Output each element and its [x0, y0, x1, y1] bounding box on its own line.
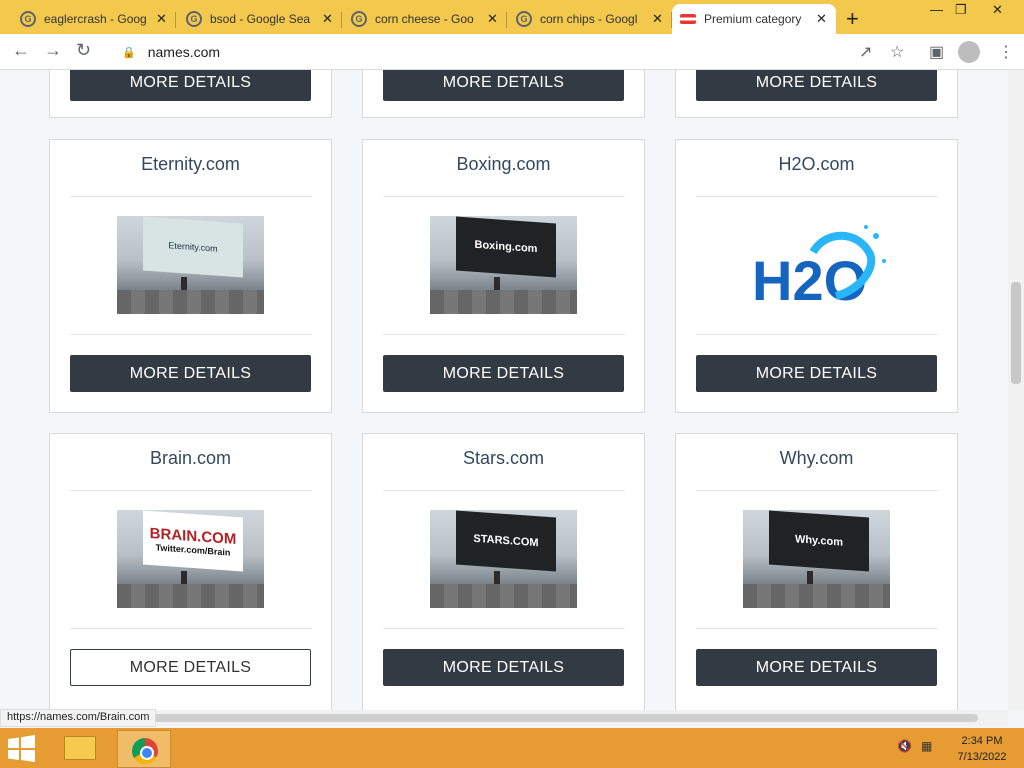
- tab-premium-category[interactable]: Premium category ✕: [672, 4, 836, 34]
- more-details-button[interactable]: MORE DETAILS: [383, 649, 624, 686]
- more-details-button[interactable]: MORE DETAILS: [696, 70, 937, 101]
- names-com-icon: [680, 14, 696, 24]
- domain-card-eternity: Eternity.com Eternity.com MORE DETAILS: [49, 139, 332, 413]
- billboard-image: Why.com: [743, 510, 890, 608]
- billboard-sign: Why.com: [769, 510, 869, 572]
- taskbar-clock[interactable]: 2:34 PM 7/13/2022: [946, 733, 1018, 765]
- tab-eaglercrash[interactable]: G eaglercrash - Goog ✕: [12, 4, 176, 34]
- new-tab-button[interactable]: +: [846, 6, 859, 32]
- more-details-button[interactable]: MORE DETAILS: [70, 355, 311, 392]
- close-icon[interactable]: ✕: [652, 11, 663, 27]
- vertical-scroll-thumb[interactable]: [1011, 282, 1021, 384]
- volume-muted-icon[interactable]: 🔇: [897, 739, 912, 753]
- tab-corn-chips[interactable]: G corn chips - Googl ✕: [508, 4, 672, 34]
- google-g-icon: G: [516, 11, 532, 27]
- domain-name[interactable]: H2O.com: [676, 154, 957, 175]
- more-details-button[interactable]: MORE DETAILS: [696, 355, 937, 392]
- vertical-scrollbar[interactable]: [1008, 70, 1024, 710]
- billboard-sign: BRAIN.COM Twitter.com/Brain: [143, 510, 243, 572]
- lock-icon: 🔒: [122, 46, 136, 59]
- forward-icon[interactable]: →: [44, 40, 62, 61]
- restore-icon[interactable]: ❐: [955, 2, 967, 18]
- domain-card-why: Why.com Why.com MORE DETAILS: [675, 433, 958, 710]
- file-explorer-icon[interactable]: [64, 736, 96, 760]
- windows-taskbar: 🔇 ▦ 2:34 PM 7/13/2022: [0, 728, 1024, 768]
- billboard-image: STARS.COM: [430, 510, 577, 608]
- domain-name[interactable]: Eternity.com: [50, 154, 331, 175]
- share-icon[interactable]: ↗: [859, 42, 872, 62]
- tab-corn-cheese[interactable]: G corn cheese - Goo ✕: [343, 4, 507, 34]
- domain-card: MORE DETAILS: [49, 70, 332, 118]
- tab-strip: G eaglercrash - Goog ✕ G bsod - Google S…: [0, 0, 1024, 34]
- address-bar[interactable]: 🔒 names.com: [106, 39, 841, 65]
- back-icon[interactable]: ←: [12, 40, 30, 61]
- h2o-logo: H2O: [752, 225, 886, 312]
- billboard-sign: Boxing.com: [456, 216, 556, 278]
- billboard-image: BRAIN.COM Twitter.com/Brain: [117, 510, 264, 608]
- link-status-bar: https://names.com/Brain.com: [0, 709, 157, 727]
- close-icon[interactable]: ✕: [322, 11, 333, 27]
- domain-name[interactable]: Brain.com: [50, 448, 331, 469]
- billboard-sign: STARS.COM: [456, 510, 556, 572]
- reload-icon[interactable]: ↻: [76, 40, 91, 61]
- sidebar-icon[interactable]: ▣: [929, 42, 944, 62]
- billboard-image: Boxing.com: [430, 216, 577, 314]
- domain-name[interactable]: Stars.com: [363, 448, 644, 469]
- browser-toolbar: ← → ↻ 🔒 names.com ↗ ☆ ▣ ⋮: [0, 34, 1024, 70]
- close-icon[interactable]: ✕: [487, 11, 498, 27]
- more-details-button[interactable]: MORE DETAILS: [70, 70, 311, 101]
- close-window-icon[interactable]: ✕: [992, 2, 1003, 18]
- windows-start-icon[interactable]: [6, 735, 37, 762]
- svg-text:H2O: H2O: [752, 249, 867, 312]
- google-g-icon: G: [351, 11, 367, 27]
- domain-card: MORE DETAILS: [362, 70, 645, 118]
- domain-name[interactable]: Boxing.com: [363, 154, 644, 175]
- tab-title: eaglercrash - Goog: [44, 12, 147, 26]
- tab-title: bsod - Google Sea: [210, 12, 311, 26]
- domain-card: MORE DETAILS: [675, 70, 958, 118]
- domain-card-boxing: Boxing.com Boxing.com MORE DETAILS: [362, 139, 645, 413]
- tab-title: corn cheese - Goo: [375, 12, 474, 26]
- billboard-sign: Eternity.com: [143, 216, 243, 278]
- page-content: MORE DETAILS MORE DETAILS MORE DETAILS E…: [0, 70, 1008, 710]
- more-details-button[interactable]: MORE DETAILS: [383, 70, 624, 101]
- tab-bsod[interactable]: G bsod - Google Sea ✕: [178, 4, 342, 34]
- domain-card-h2o: H2O.com H2O MORE DETAILS: [675, 139, 958, 413]
- google-g-icon: G: [20, 11, 36, 27]
- domain-card-stars: Stars.com STARS.COM MORE DETAILS: [362, 433, 645, 710]
- star-icon[interactable]: ☆: [890, 42, 904, 62]
- tab-title: Premium category: [704, 12, 802, 26]
- domain-card-brain: Brain.com BRAIN.COM Twitter.com/Brain MO…: [49, 433, 332, 710]
- url-text: names.com: [147, 44, 221, 60]
- close-icon[interactable]: ✕: [816, 11, 827, 27]
- tab-title: corn chips - Googl: [540, 12, 638, 26]
- minimize-icon[interactable]: —: [930, 2, 943, 17]
- close-icon[interactable]: ✕: [156, 11, 167, 27]
- chrome-taskbar-button[interactable]: [117, 730, 171, 768]
- google-g-icon: G: [186, 11, 202, 27]
- network-icon[interactable]: ▦: [921, 739, 932, 753]
- profile-avatar[interactable]: [958, 41, 980, 63]
- domain-name[interactable]: Why.com: [676, 448, 957, 469]
- more-details-button[interactable]: MORE DETAILS: [383, 355, 624, 392]
- billboard-image: Eternity.com: [117, 216, 264, 314]
- more-details-button[interactable]: MORE DETAILS: [70, 649, 311, 686]
- menu-icon[interactable]: ⋮: [998, 42, 1014, 62]
- horizontal-scroll-thumb[interactable]: [18, 714, 978, 722]
- chrome-icon: [132, 738, 158, 764]
- more-details-button[interactable]: MORE DETAILS: [696, 649, 937, 686]
